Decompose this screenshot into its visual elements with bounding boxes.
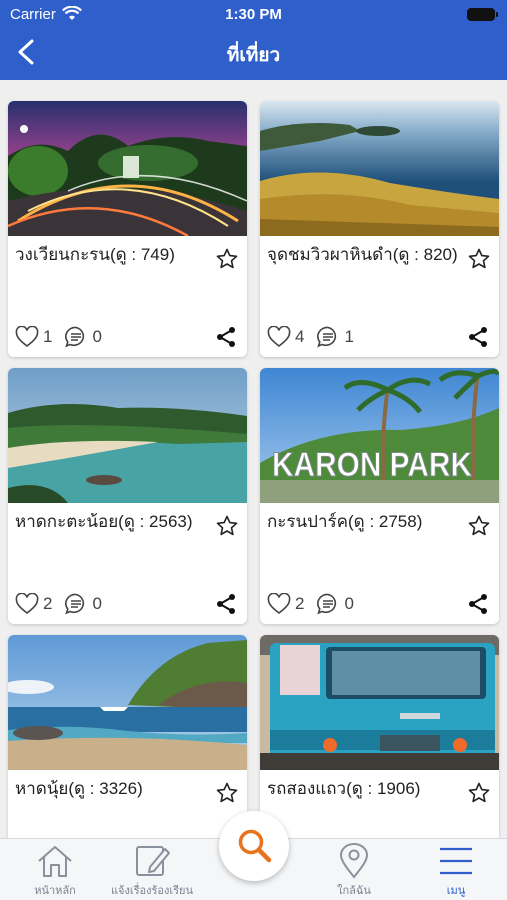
place-title: จุดชมวิวผาหินดำ(ดู : 820) [267, 245, 458, 264]
home-icon [38, 846, 72, 877]
tab-label: เมนู [446, 885, 466, 897]
star-icon[interactable] [467, 781, 491, 805]
tab-menu[interactable]: เมนู [401, 843, 507, 899]
place-stats: 2 0 [15, 592, 114, 616]
place-card[interactable]: จุดชมวิวผาหินดำ(ดู : 820) 4 1 [260, 101, 499, 357]
heart-icon[interactable] [267, 593, 291, 615]
like-count: 1 [43, 327, 53, 346]
clock: 1:30 PM [225, 6, 282, 23]
like-count: 4 [295, 327, 305, 346]
page-title: ที่เที่ยว [226, 45, 281, 66]
place-card[interactable]: หาดกะตะน้อย(ดู : 2563) 2 0 [8, 368, 247, 624]
comment-icon[interactable] [64, 592, 88, 616]
comment-count: 0 [92, 594, 102, 613]
nav-header: Carrier 1:30 PM ที่เที่ยว [0, 0, 507, 80]
place-photo-karon-park: KARON PARK [260, 368, 499, 503]
karon-park-sign-text: KARON PARK [272, 446, 472, 484]
battery-icon [467, 8, 498, 21]
tab-label: ใกล้ฉัน [337, 885, 371, 897]
place-card[interactable]: รถสองแถว(ดู : 1906) [260, 635, 499, 840]
tab-report[interactable]: แจ้งเรื่องร้องเรียน [97, 843, 207, 899]
star-icon[interactable] [215, 781, 239, 805]
heart-icon[interactable] [15, 593, 39, 615]
place-title: หาดกะตะน้อย(ดู : 2563) [15, 512, 193, 531]
place-card[interactable]: วงเวียนกะรน(ดู : 749) 1 0 [8, 101, 247, 357]
status-bar: Carrier 1:30 PM [10, 6, 498, 24]
place-photo-kata-noi-beach [8, 368, 247, 503]
star-icon[interactable] [215, 247, 239, 271]
heart-icon[interactable] [267, 326, 291, 348]
places-grid: วงเวียนกะรน(ดู : 749) 1 0 จุดชมวิวผาหินด… [0, 80, 507, 840]
tab-nearby[interactable]: ใกล้ฉัน [299, 843, 409, 899]
star-icon[interactable] [215, 514, 239, 538]
menu-icon [440, 847, 472, 875]
place-photo-viewpoint [260, 101, 499, 236]
share-icon[interactable] [215, 326, 237, 348]
like-count: 2 [295, 594, 305, 613]
comment-count: 0 [344, 594, 354, 613]
place-title: กะรนปาร์ค(ดู : 2758) [267, 512, 423, 531]
place-photo-nui-beach [8, 635, 247, 770]
heart-icon[interactable] [15, 326, 39, 348]
comment-icon[interactable] [316, 592, 340, 616]
place-photo-karon-circle [8, 101, 247, 236]
share-icon[interactable] [467, 326, 489, 348]
comment-icon[interactable] [316, 325, 340, 349]
like-count: 2 [43, 594, 53, 613]
place-title: รถสองแถว(ดู : 1906) [267, 779, 421, 798]
comment-count: 1 [344, 327, 354, 346]
share-icon[interactable] [467, 593, 489, 615]
comment-icon[interactable] [64, 325, 88, 349]
place-photo-songthaew [260, 635, 499, 770]
tab-label: หน้าหลัก [34, 885, 76, 897]
place-title: หาดนุ้ย(ดู : 3326) [15, 779, 143, 798]
place-card[interactable]: หาดนุ้ย(ดู : 3326) [8, 635, 247, 840]
place-title: วงเวียนกะรน(ดู : 749) [15, 245, 175, 264]
place-stats: 1 0 [15, 325, 114, 349]
place-card[interactable]: KARON PARK กะรนปาร์ค(ดู : 2758) 2 0 [260, 368, 499, 624]
star-icon[interactable] [467, 247, 491, 271]
search-button[interactable] [219, 811, 289, 881]
location-pin-icon [339, 843, 369, 879]
star-icon[interactable] [467, 514, 491, 538]
share-icon[interactable] [215, 593, 237, 615]
comment-count: 0 [92, 327, 102, 346]
edit-icon [136, 846, 170, 876]
tab-label: แจ้งเรื่องร้องเรียน [110, 885, 194, 897]
tab-home[interactable]: หน้าหลัก [0, 843, 110, 899]
search-icon [238, 829, 272, 863]
place-stats: 4 1 [267, 325, 366, 349]
place-stats: 2 0 [267, 592, 366, 616]
